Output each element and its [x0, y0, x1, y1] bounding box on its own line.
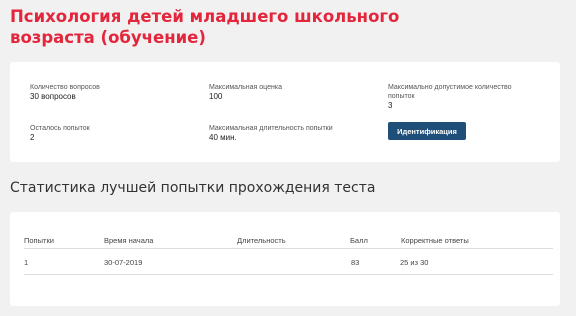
max-attempts: Максимально допустимое количество попыто…: [388, 83, 528, 110]
row-start-time: 30-07-2019: [104, 258, 143, 267]
questions-count-value: 30 вопросов: [30, 92, 76, 101]
attempts-left: Осталось попыток 2: [30, 124, 90, 142]
identification-button[interactable]: Идентификация: [388, 122, 466, 140]
stats-table: Попытки Время начала Длительность Балл К…: [10, 212, 560, 306]
row-score: 83: [351, 258, 360, 267]
max-attempts-label: Максимально допустимое количество попыто…: [388, 84, 512, 100]
col-header-start-time: Время начала: [104, 236, 154, 245]
col-header-attempts: Попытки: [24, 236, 54, 245]
col-header-score: Балл: [350, 236, 368, 245]
page-title: Психология детей младшего школьного возр…: [10, 7, 400, 47]
table-row-divider: [24, 274, 553, 275]
questions-count: Количество вопросов 30 вопросов: [30, 83, 100, 101]
row-correct: 25 из 30: [400, 258, 429, 267]
row-attempt: 1: [24, 258, 29, 267]
max-score-label: Максимальная оценка: [209, 84, 282, 91]
stats-title: Статистика лучшей попытки прохождения те…: [10, 180, 376, 196]
max-duration: Максимальная длительность попытки 40 мин…: [209, 124, 333, 142]
max-duration-label: Максимальная длительность попытки: [209, 125, 333, 132]
max-score-value: 100: [209, 92, 223, 101]
attempts-left-label: Осталось попыток: [30, 125, 90, 132]
col-header-duration: Длительность: [237, 236, 286, 245]
questions-count-label: Количество вопросов: [30, 84, 100, 91]
attempts-left-value: 2: [30, 133, 35, 142]
max-duration-value: 40 мин.: [209, 133, 237, 142]
max-attempts-value: 3: [388, 101, 393, 110]
table-header-divider: [24, 248, 553, 249]
col-header-correct: Корректные ответы: [401, 236, 469, 245]
test-info-panel: Количество вопросов 30 вопросов Максимал…: [10, 62, 560, 162]
max-score: Максимальная оценка 100: [209, 83, 282, 101]
